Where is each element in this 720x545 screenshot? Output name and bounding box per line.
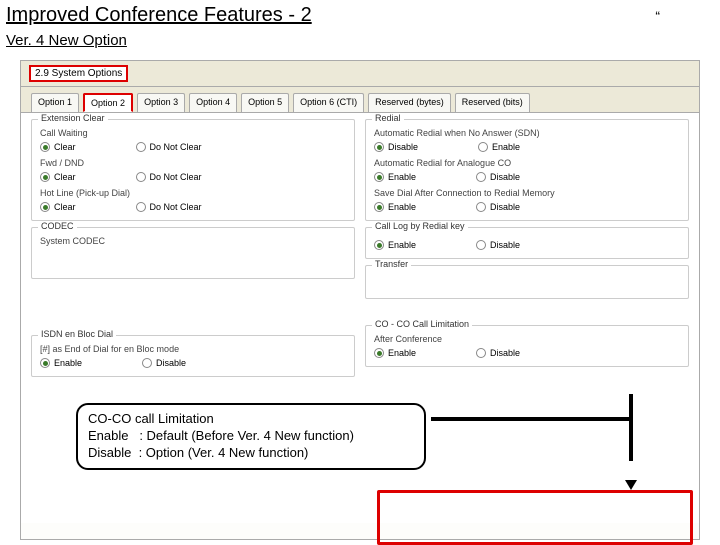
radio-savedial-disable[interactable]: Disable [476, 202, 520, 212]
tab-reserved-bytes[interactable]: Reserved (bytes) [368, 93, 451, 112]
window-titlebar: 2.9 System Options [21, 61, 699, 87]
label-hotline: Hot Line (Pick-up Dial) [40, 188, 346, 198]
label-fwd-dnd: Fwd / DND [40, 158, 346, 168]
label-system-codec: System CODEC [40, 236, 346, 246]
tab-option2[interactable]: Option 2 [83, 93, 133, 112]
callout-box: CO-CO call Limitation Enable : Default (… [76, 403, 426, 470]
label-auto-sdn: Automatic Redial when No Answer (SDN) [374, 128, 680, 138]
label-call-waiting: Call Waiting [40, 128, 346, 138]
radio-call-waiting-notclear[interactable]: Do Not Clear [136, 142, 202, 152]
radio-analog-enable[interactable]: Enable [374, 172, 416, 182]
group-coco-limitation: CO - CO Call Limitation After Conference… [365, 325, 689, 367]
tab-option5[interactable]: Option 5 [241, 93, 289, 112]
radio-sdn-disable[interactable]: Disable [374, 142, 418, 152]
group-title: Call Log by Redial key [372, 221, 468, 231]
tab-bar: Option 1 Option 2 Option 3 Option 4 Opti… [21, 87, 699, 113]
callout-line3: Disable : Option (Ver. 4 New function) [88, 445, 414, 462]
group-extension-clear: Extension Clear Call Waiting Clear Do No… [31, 119, 355, 221]
group-isdn: ISDN en Bloc Dial [#] as End of Dial for… [31, 335, 355, 377]
tab-option6[interactable]: Option 6 (CTI) [293, 93, 364, 112]
radio-call-waiting-clear[interactable]: Clear [40, 142, 76, 152]
label-after-conference: After Conference [374, 334, 680, 344]
radio-isdn-disable[interactable]: Disable [142, 358, 186, 368]
group-title: Extension Clear [38, 113, 108, 123]
label-save-dial: Save Dial After Connection to Redial Mem… [374, 188, 680, 198]
group-transfer: Transfer [365, 265, 689, 299]
group-call-log: Call Log by Redial key Enable Disable [365, 227, 689, 259]
group-title: ISDN en Bloc Dial [38, 329, 116, 339]
label-auto-analog: Automatic Redial for Analogue CO [374, 158, 680, 168]
tab-option3[interactable]: Option 3 [137, 93, 185, 112]
radio-analog-disable[interactable]: Disable [476, 172, 520, 182]
tab-option1[interactable]: Option 1 [31, 93, 79, 112]
radio-calllog-disable[interactable]: Disable [476, 240, 520, 250]
radio-sdn-enable[interactable]: Enable [478, 142, 520, 152]
tab-reserved-bits[interactable]: Reserved (bits) [455, 93, 530, 112]
form-area: Extension Clear Call Waiting Clear Do No… [21, 113, 699, 523]
callout-line1: CO-CO call Limitation [88, 411, 414, 428]
options-panel: 2.9 System Options Option 1 Option 2 Opt… [20, 60, 700, 540]
radio-coco-disable[interactable]: Disable [476, 348, 520, 358]
radio-isdn-enable[interactable]: Enable [40, 358, 82, 368]
tab-option4[interactable]: Option 4 [189, 93, 237, 112]
arrow-head-icon [625, 480, 637, 490]
radio-hotline-clear[interactable]: Clear [40, 202, 76, 212]
radio-savedial-enable[interactable]: Enable [374, 202, 416, 212]
radio-coco-enable[interactable]: Enable [374, 348, 416, 358]
callout-line2: Enable : Default (Before Ver. 4 New func… [88, 428, 414, 445]
group-redial: Redial Automatic Redial when No Answer (… [365, 119, 689, 221]
radio-hotline-notclear[interactable]: Do Not Clear [136, 202, 202, 212]
radio-fwd-clear[interactable]: Clear [40, 172, 76, 182]
group-title: Redial [372, 113, 404, 123]
group-title: CO - CO Call Limitation [372, 319, 472, 329]
window-title: 2.9 System Options [29, 65, 128, 82]
radio-calllog-enable[interactable]: Enable [374, 240, 416, 250]
radio-fwd-notclear[interactable]: Do Not Clear [136, 172, 202, 182]
group-title: Transfer [372, 259, 411, 269]
page-title: Improved Conference Features - 2 [6, 4, 312, 27]
quote-mark: “ [655, 8, 660, 24]
arrow-connector [431, 417, 631, 421]
group-codec: CODEC System CODEC [31, 227, 355, 279]
label-isdn-enbloc: [#] as End of Dial for en Bloc mode [40, 344, 346, 354]
page-subtitle: Ver. 4 New Option [6, 32, 127, 49]
group-title: CODEC [38, 221, 77, 231]
